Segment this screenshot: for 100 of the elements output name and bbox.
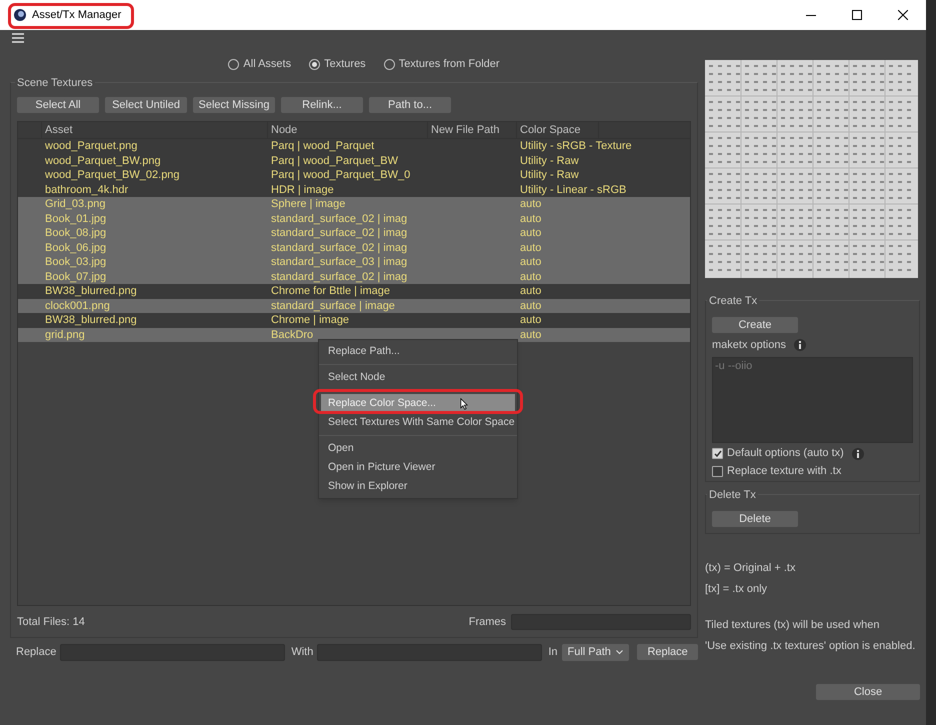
note-text: Tiled textures (tx) will be used when (705, 618, 880, 633)
checkbox[interactable] (712, 466, 723, 477)
button[interactable]: Delete (712, 511, 798, 527)
button[interactable]: Select Missing (193, 97, 275, 113)
asset-cell-text: Book_03.jpg (44, 255, 108, 270)
menu-item[interactable]: Select Textures With Same Color Space (321, 413, 515, 432)
menu-item[interactable]: Show in Explorer (321, 477, 515, 496)
color-space-cell-text: Utility - Raw (519, 168, 580, 183)
color-space-cell-text: auto (519, 328, 542, 342)
table-row[interactable]: Book_07.jpg standard_surface_02 | imag auto (18, 270, 690, 284)
radio-label: Textures from Folder (398, 56, 500, 72)
asset-cell-text: Grid_03.png (44, 197, 107, 212)
color-space-cell-text: auto (519, 240, 542, 256)
info-icon (794, 339, 806, 352)
table-row[interactable]: wood_Parquet.png Parq | wood_Parquet Utility - sRGB - Texture (18, 139, 690, 154)
menu-item[interactable]: Open (321, 439, 515, 458)
column-header[interactable]: Color Space (517, 122, 599, 138)
node-cell-text: standard_surface_03 | imag (270, 255, 408, 270)
checkbox-label: Replace texture with .tx (727, 464, 842, 480)
replace-label: Replace (16, 644, 56, 660)
node-cell-text: standard_surface | image (270, 298, 396, 314)
node-cell-text: standard_surface_02 | imag (270, 212, 408, 226)
asset-cell-text: wood_Parquet_BW_02.png (44, 168, 181, 183)
asset-cell-text: BW38_blurred.png (44, 313, 138, 328)
asset-cell-text: BW38_blurred.png (44, 284, 138, 299)
button[interactable]: Select Untiled (105, 97, 187, 113)
checkbox-label: Default options (auto tx) (727, 446, 844, 462)
minimize-icon (806, 14, 816, 16)
with-label: With (291, 644, 314, 660)
color-space-cell-text: auto (519, 298, 542, 314)
table-row[interactable]: clock001.png standard_surface | image auto (18, 298, 690, 313)
color-space-cell-text: Utility - Linear - sRGB (519, 182, 628, 198)
options-field[interactable]: -u --oiio (712, 356, 913, 442)
menu-item[interactable]: Select Node (321, 368, 515, 387)
radio-button[interactable] (309, 58, 320, 70)
color-space-cell-text: Utility - Raw (519, 154, 580, 168)
table-row[interactable]: bathroom_4k.hdr HDR | image Utility - Linear - sRGB (18, 182, 690, 197)
radio-label: Textures (324, 56, 366, 72)
table-row[interactable]: Book_01.jpg standard_surface_02 | imag auto (18, 212, 690, 226)
asset-cell-text: bathroom_4k.hdr (44, 182, 130, 198)
color-space-cell-text: auto (519, 270, 542, 284)
in-label: In (548, 644, 558, 660)
mouse-pointer-icon (460, 398, 468, 410)
asset-cell-text: Book_08.jpg (44, 226, 108, 241)
table-row[interactable]: Book_06.jpg standard_surface_02 | imag auto (18, 240, 690, 255)
total-files: Total Files: 14 (17, 614, 85, 630)
node-cell-text: HDR | image (270, 182, 335, 198)
checkbox[interactable] (712, 448, 723, 459)
node-cell-text: standard_surface_02 | imag (270, 270, 408, 284)
color-space-cell-text: auto (519, 284, 542, 299)
table-row[interactable]: Book_08.jpg standard_surface_02 | imag auto (18, 226, 690, 240)
options-label: maketx options (712, 338, 786, 353)
node-cell-text: BackDro (270, 328, 314, 342)
color-space-cell-text: auto (519, 212, 542, 226)
close-icon (898, 10, 908, 20)
table-row[interactable]: wood_Parquet_BW.png Parq | wood_Parquet_BW Utility - Raw (18, 154, 690, 168)
table-row[interactable]: Book_03.jpg standard_surface_03 | imag auto (18, 255, 690, 270)
node-cell-text: Sphere | image (270, 197, 346, 212)
color-space-cell-text: auto (519, 255, 542, 270)
radio-button[interactable] (384, 58, 395, 70)
asset-cell-text: Book_06.jpg (44, 240, 108, 256)
button[interactable]: Replace (637, 644, 698, 660)
button[interactable]: Path to... (369, 97, 451, 113)
asset-cell-text: Book_01.jpg (44, 212, 108, 226)
window-title: Asset/Tx Manager (32, 8, 122, 23)
column-header[interactable]: New File Path (428, 122, 517, 138)
node-cell-text: Parq | wood_Parquet_BW (270, 154, 399, 168)
node-cell-text: Parq | wood_Parquet (270, 139, 376, 154)
menu-item[interactable]: Open in Picture Viewer (321, 458, 515, 477)
table-row[interactable]: Grid_03.png Sphere | image auto (18, 197, 690, 212)
node-cell-text: standard_surface_02 | imag (270, 226, 408, 241)
asset-cell-text: Book_07.jpg (44, 270, 108, 284)
menu-item[interactable]: Replace Path... (321, 342, 515, 361)
table-row[interactable]: BW38_blurred.png Chrome | image auto (18, 313, 690, 328)
caret-icon (616, 650, 624, 654)
button[interactable]: Select All (17, 97, 99, 113)
node-cell-text: Chrome | image (270, 313, 350, 328)
table-row[interactable]: wood_Parquet_BW_02.png Parq | wood_Parquet_BW_0 Utility - Raw (18, 168, 690, 182)
asset-cell-text: clock001.png (44, 298, 111, 314)
path-dropdown[interactable]: Full Path (562, 644, 630, 660)
color-space-cell-text: auto (519, 197, 542, 212)
button[interactable]: Close (816, 684, 920, 700)
legend-text: (tx) = Original + .tx (705, 561, 796, 576)
menu-icon[interactable] (12, 33, 24, 43)
radio-label: All Assets (243, 56, 292, 72)
note-text: 'Use existing .tx textures' option is enabled. (705, 638, 916, 654)
node-cell-text: Chrome for Bttle | image (270, 284, 392, 299)
maximize-icon (852, 10, 862, 20)
column-header[interactable]: Asset (42, 122, 268, 138)
button[interactable]: Relink... (281, 97, 363, 113)
table-row[interactable]: BW38_blurred.png Chrome for Bttle | image auto (18, 284, 690, 298)
column-header[interactable]: Node (268, 122, 428, 138)
node-cell-text: standard_surface_02 | imag (270, 240, 408, 256)
button[interactable]: Create (712, 317, 798, 333)
color-space-cell-text: auto (519, 226, 542, 241)
asset-cell-text: wood_Parquet_BW.png (44, 154, 162, 168)
radio-button[interactable] (228, 58, 240, 70)
frames-label: Frames (468, 614, 506, 630)
asset-cell-text: grid.png (44, 328, 86, 342)
color-space-cell-text: Utility - sRGB - Texture (519, 139, 633, 154)
